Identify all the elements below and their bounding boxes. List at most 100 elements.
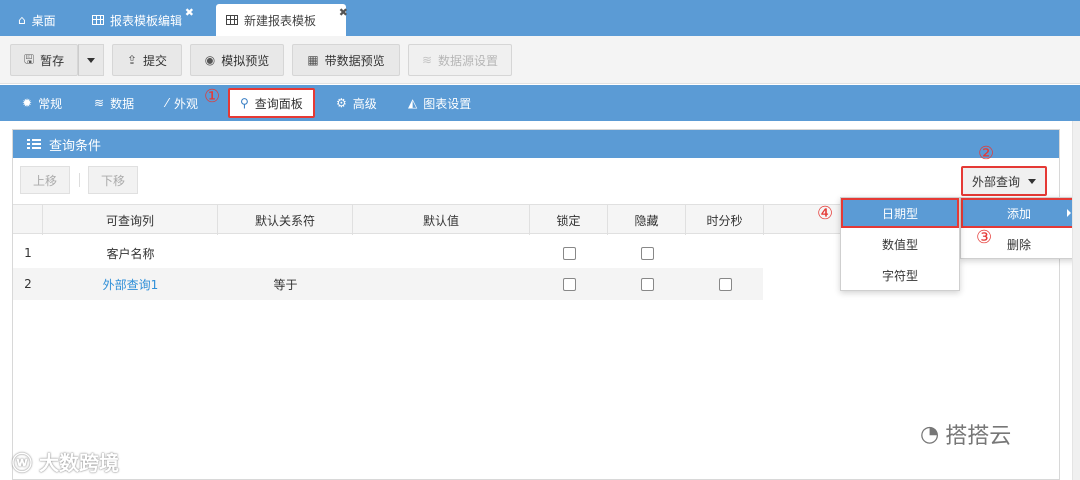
grid-icon xyxy=(226,15,238,25)
floppy-icon: 🖫 xyxy=(23,51,35,66)
menu-item-number-type[interactable]: 数值型 xyxy=(841,229,959,259)
top-tab-bar: ⌂ 桌面 报表模板编辑 ✖ 新建报表模板 ✖ xyxy=(0,0,1080,36)
move-down-button[interactable]: 下移 xyxy=(88,166,138,194)
watermark-right-text: 搭搭云 xyxy=(945,424,1012,449)
home-icon: ⌂ xyxy=(18,13,26,27)
table-row[interactable]: 2 外部查询1 等于 xyxy=(13,268,763,300)
subnav-label: 查询面板 xyxy=(254,96,303,111)
menu-item-label: 添加 xyxy=(1006,206,1031,221)
chevron-down-icon xyxy=(1028,178,1036,184)
lock-checkbox[interactable] xyxy=(562,277,576,291)
header-cell[interactable]: 可查询列 xyxy=(43,205,218,235)
queryable-column-link[interactable]: 外部查询1 xyxy=(43,268,218,300)
tab-new-report-template[interactable]: 新建报表模板 ✖ xyxy=(216,4,348,36)
save-dropdown-button[interactable] xyxy=(78,44,104,76)
query-conditions-panel: 查询条件 xyxy=(12,129,1060,480)
menu-item-label: 日期型 xyxy=(881,206,918,221)
move-down-label: 下移 xyxy=(100,173,125,188)
subnav-label: 数据 xyxy=(110,96,135,111)
menu-item-string-type[interactable]: 字符型 xyxy=(841,260,959,290)
subnav-query-panel[interactable]: ⚲ 查询面板 xyxy=(228,88,315,118)
close-icon[interactable]: ✖ xyxy=(185,6,194,19)
move-up-label: 上移 xyxy=(32,173,57,188)
grid-icon xyxy=(92,15,104,25)
tab-desktop[interactable]: ⌂ 桌面 xyxy=(8,4,66,36)
table-row[interactable]: 1 客户名称 xyxy=(13,237,763,269)
vertical-scrollbar[interactable] xyxy=(1072,121,1080,480)
watermark-left-text: 大数跨境 xyxy=(38,451,119,475)
submit-label: 提交 xyxy=(143,53,168,68)
gears-icon: ⚙ xyxy=(336,96,347,110)
external-query-label: 外部查询 xyxy=(971,174,1020,189)
wechat-icon: ◔ xyxy=(920,421,940,447)
watermark-left: ⓦ 大数跨境 xyxy=(12,447,119,476)
subnav-label: 常规 xyxy=(38,96,63,111)
watermark-right: ◔ 搭搭云 xyxy=(920,418,1011,450)
header-cell[interactable]: 锁定 xyxy=(530,205,608,235)
gear-icon: ✹ xyxy=(22,96,33,110)
subnav-label: 高级 xyxy=(352,96,377,111)
lock-checkbox-cell xyxy=(530,237,608,269)
datasource-settings-label: 数据源设置 xyxy=(438,53,499,68)
upload-icon: ⇪ xyxy=(126,53,138,67)
hms-checkbox-cell xyxy=(686,268,764,300)
search-icon: ⚲ xyxy=(240,96,249,110)
tab-label: 报表模板编辑 xyxy=(110,13,183,28)
step-marker-3: ③ xyxy=(976,227,993,248)
menu-item-add[interactable]: 添加 xyxy=(961,198,1077,228)
header-cell[interactable]: 默认关系符 xyxy=(218,205,353,235)
chevron-down-icon xyxy=(87,57,95,63)
step-marker-4: ④ xyxy=(817,203,834,224)
subnav-label: 图表设置 xyxy=(423,96,472,111)
save-draft-button[interactable]: 🖫 暂存 xyxy=(10,44,78,76)
eye-icon: ◉ xyxy=(204,53,216,67)
data-preview-button[interactable]: ▦ 带数据预览 xyxy=(292,44,400,76)
tab-report-template-edit[interactable]: 报表模板编辑 ✖ xyxy=(82,4,194,36)
panel-header: 查询条件 xyxy=(13,130,1059,158)
menu-item-date-type[interactable]: 日期型 xyxy=(841,198,959,228)
subnav-advanced[interactable]: ⚙ 高级 xyxy=(336,85,377,121)
subnav-general[interactable]: ✹ 常规 xyxy=(22,85,62,121)
hide-checkbox[interactable] xyxy=(640,277,654,291)
subnav-appearance[interactable]: ⁄ 外观 xyxy=(166,85,198,121)
lock-checkbox[interactable] xyxy=(562,246,576,260)
area-chart-icon: ◭ xyxy=(408,96,418,110)
header-cell[interactable]: 默认值 xyxy=(353,205,530,235)
save-draft-label: 暂存 xyxy=(40,53,65,68)
data-preview-label: 带数据预览 xyxy=(324,53,385,68)
toolbar-divider xyxy=(79,173,80,187)
submit-button[interactable]: ⇪ 提交 xyxy=(112,44,182,76)
list-icon xyxy=(27,139,41,149)
row-number: 2 xyxy=(24,277,32,291)
chevron-right-icon xyxy=(1067,209,1071,217)
close-icon[interactable]: ✖ xyxy=(339,6,348,19)
hms-checkbox[interactable] xyxy=(718,277,732,291)
queryable-column-cell: 客户名称 xyxy=(106,246,155,261)
tab-label: 新建报表模板 xyxy=(244,13,317,28)
step-marker-2: ② xyxy=(978,143,995,164)
magic-wand-icon: ⁄ xyxy=(166,96,169,110)
menu-item-label: 字符型 xyxy=(881,268,918,283)
header-cell-index xyxy=(13,205,43,235)
move-up-button[interactable]: 上移 xyxy=(20,166,70,194)
database-icon: ≋ xyxy=(94,96,105,110)
panel-title: 查询条件 xyxy=(49,138,102,154)
lock-checkbox-cell xyxy=(530,268,608,300)
hide-checkbox[interactable] xyxy=(640,246,654,260)
step-marker-1: ① xyxy=(204,86,221,107)
tab-label: 桌面 xyxy=(31,13,56,28)
external-query-button[interactable]: 外部查询 xyxy=(961,166,1047,196)
row-number: 1 xyxy=(24,246,32,260)
header-cell[interactable]: 时分秒 xyxy=(686,205,764,235)
toolbar: 🖫 暂存 ⇪ 提交 ◉ 模拟预览 ▦ 带数据预览 ≋ 数据源设置 xyxy=(0,36,1080,84)
add-type-submenu: 日期型 数值型 字符型 xyxy=(840,197,960,291)
header-cell[interactable]: 隐藏 xyxy=(608,205,686,235)
simulate-preview-label: 模拟预览 xyxy=(221,53,270,68)
default-relation-cell: 等于 xyxy=(273,277,298,292)
settings-subnav: ✹ 常规 ≋ 数据 ⁄ 外观 ⚲ 查询面板 ⚙ 高级 ◭ 图表设置 xyxy=(0,85,1080,121)
subnav-data[interactable]: ≋ 数据 xyxy=(94,85,134,121)
simulate-preview-button[interactable]: ◉ 模拟预览 xyxy=(190,44,284,76)
subnav-chart-settings[interactable]: ◭ 图表设置 xyxy=(408,85,471,121)
subnav-label: 外观 xyxy=(174,96,199,111)
datasource-settings-button[interactable]: ≋ 数据源设置 xyxy=(408,44,512,76)
